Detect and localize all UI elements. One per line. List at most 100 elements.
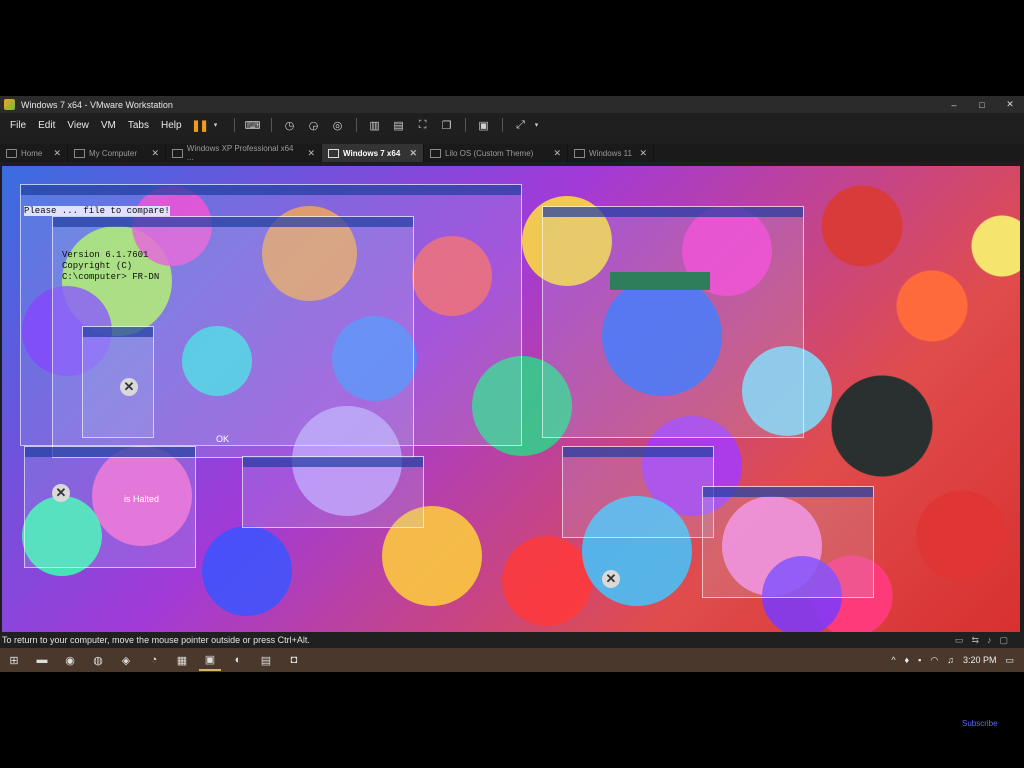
window-titlebar [53, 217, 413, 227]
full-screen-icon[interactable]: ⛶ [415, 117, 431, 133]
sound-card-icon[interactable]: ♪ [987, 635, 992, 646]
tab-close-icon[interactable]: ✕ [547, 148, 561, 159]
chrome-icon[interactable]: ◉ [59, 649, 81, 671]
host-taskbar: ⊞ ▬ ◉ ◍ ◈ ◔ ▦ ▣ ◐ ▤ ◘ ^ ♦ ▪ ◠ ♫ 3:20 PM … [0, 648, 1024, 672]
glitched-window [242, 456, 424, 528]
error-x-icon: ✕ [602, 570, 620, 588]
app-icon[interactable]: ◘ [283, 649, 305, 671]
discord-icon[interactable]: ◔ [143, 649, 165, 671]
network-adapter-icon[interactable]: ⇆ [971, 635, 979, 646]
toolbar-separator [270, 118, 272, 132]
menu-edit[interactable]: Edit [32, 120, 61, 131]
network-icon[interactable]: ▪ [918, 655, 921, 665]
vm-status-bar: To return to your computer, move the mou… [0, 632, 1024, 648]
clock[interactable]: 3:20 PM [963, 655, 997, 665]
menu-view[interactable]: View [61, 120, 95, 131]
tab-home[interactable]: Home ✕ [0, 144, 68, 162]
window-titlebar [83, 327, 153, 337]
obs-icon[interactable]: ◍ [87, 649, 109, 671]
display-icon[interactable]: ▢ [999, 635, 1008, 646]
tab-close-icon[interactable]: ✕ [403, 148, 417, 159]
vm-icon [574, 148, 585, 158]
glitch-text: Copyright (C) [62, 261, 133, 271]
tab-lilo-os[interactable]: Lilo OS (Custom Theme) ✕ [424, 144, 568, 162]
toolbar-separator [355, 118, 357, 132]
tab-label: Home [21, 148, 43, 158]
computer-icon [74, 148, 85, 158]
glitch-text: C:\computer> FR-DN [62, 272, 160, 282]
menu-tabs[interactable]: Tabs [122, 120, 155, 131]
tab-label: Lilo OS (Custom Theme) [445, 148, 534, 158]
title-bar: Windows 7 x64 - VMware Workstation – □ ✕ [0, 96, 1024, 113]
glitched-window [24, 446, 196, 568]
app-icon[interactable]: ◈ [115, 649, 137, 671]
volume-icon[interactable]: ♫ [947, 655, 954, 665]
revert-snapshot-icon[interactable]: ◶ [306, 117, 322, 133]
microphone-icon[interactable]: ♦ [905, 655, 910, 665]
tab-label: Windows XP Professional x64 ... [186, 144, 294, 162]
vm-icon [172, 148, 183, 158]
window-titlebar [25, 447, 195, 457]
window-titlebar [543, 207, 803, 217]
status-message: To return to your computer, move the mou… [2, 635, 310, 645]
glitch-blob [502, 536, 592, 626]
tab-label: Windows 11 [589, 148, 632, 158]
stretch-dropdown-icon[interactable]: ▾ [529, 117, 545, 133]
calculator-icon[interactable]: ▦ [171, 649, 193, 671]
pause-button[interactable]: ❚❚ [191, 117, 208, 133]
snapshot-icon[interactable]: ◷ [282, 117, 298, 133]
vm-tab-bar: Home ✕ My Computer ✕ Windows XP Professi… [0, 144, 1024, 162]
glitch-text: Please ... file to compare! [24, 206, 170, 216]
tab-close-icon[interactable]: ✕ [145, 148, 159, 159]
tab-close-icon[interactable]: ✕ [633, 148, 647, 159]
toolbar-separator [501, 118, 503, 132]
vmware-taskbar-icon[interactable]: ▣ [199, 649, 221, 671]
system-tray: ^ ♦ ▪ ◠ ♫ 3:20 PM ▭ [891, 655, 1024, 666]
chevron-up-icon[interactable]: ^ [891, 655, 895, 665]
tab-windows-7[interactable]: Windows 7 x64 ✕ [322, 144, 424, 162]
hard-disk-icon[interactable]: ▭ [955, 635, 964, 646]
window-titlebar [563, 447, 713, 457]
tab-windows-11[interactable]: Windows 11 ✕ [568, 144, 654, 162]
snapshot-manager-icon[interactable]: ◎ [330, 117, 346, 133]
subscribe-overlay[interactable]: Subscribe [962, 719, 998, 728]
glitch-bar [610, 272, 710, 290]
tab-my-computer[interactable]: My Computer ✕ [68, 144, 166, 162]
glitch-text: Version 6.1.7601 [62, 250, 149, 260]
glitched-window [82, 326, 154, 438]
window-titlebar [243, 457, 423, 467]
wifi-icon[interactable]: ◠ [930, 655, 938, 666]
vm-icon [430, 148, 441, 158]
home-icon [6, 148, 17, 158]
send-ctrl-alt-del-icon[interactable]: ⌨ [245, 117, 261, 133]
start-button-icon[interactable]: ⊞ [3, 649, 25, 671]
tab-windows-xp[interactable]: Windows XP Professional x64 ... ✕ [166, 144, 322, 162]
device-status-icons: ▭ ⇆ ♪ ▢ [955, 635, 1008, 646]
maximize-button[interactable]: □ [968, 96, 996, 113]
vm-icon [328, 148, 339, 158]
stretch-guest-icon[interactable]: ⤢ [513, 117, 529, 133]
tab-label: My Computer [89, 148, 138, 158]
browser-icon[interactable]: ◐ [227, 649, 249, 671]
toolbar-separator [464, 118, 466, 132]
glitched-window [542, 206, 804, 438]
menu-file[interactable]: File [4, 120, 32, 131]
notification-icon[interactable]: ▭ [1005, 655, 1014, 666]
glitched-window [702, 486, 874, 598]
menu-vm[interactable]: VM [95, 120, 122, 131]
show-library-icon[interactable]: ▥ [367, 117, 383, 133]
window-titlebar [703, 487, 873, 497]
close-button[interactable]: ✕ [996, 96, 1024, 113]
thumbnail-bar-icon[interactable]: ▤ [391, 117, 407, 133]
store-icon[interactable]: ▤ [255, 649, 277, 671]
menu-help[interactable]: Help [155, 120, 188, 131]
guest-display[interactable]: Please ... file to compare! Version 6.1.… [2, 166, 1020, 632]
file-explorer-icon[interactable]: ▬ [31, 649, 53, 671]
unity-icon[interactable]: ❐ [439, 117, 455, 133]
tab-close-icon[interactable]: ✕ [47, 148, 61, 159]
tab-close-icon[interactable]: ✕ [301, 148, 315, 159]
minimize-button[interactable]: – [940, 96, 968, 113]
dropdown-chevron-icon[interactable]: ▾ [208, 117, 224, 133]
glitch-blob [202, 526, 292, 616]
console-view-icon[interactable]: ▣ [476, 117, 492, 133]
